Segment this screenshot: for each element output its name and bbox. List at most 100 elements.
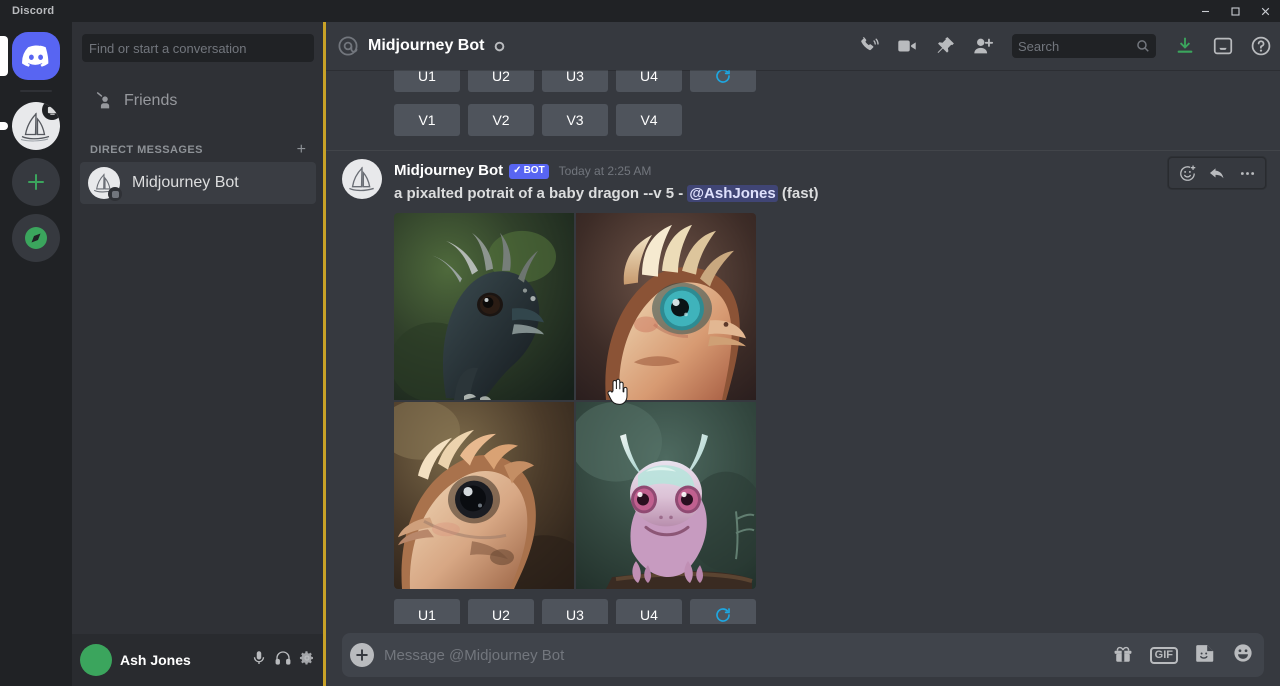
message-input[interactable]: Message @Midjourney Bot (384, 647, 1102, 664)
image-quadrant-4[interactable] (576, 402, 756, 589)
previous-message-actions: U1 U2 U3 U4 V1 V2 V3 V4 (326, 70, 1280, 136)
emoji-icon[interactable] (1232, 642, 1254, 669)
friends-icon (88, 90, 112, 112)
image-quadrant-2[interactable] (576, 213, 756, 400)
variation-button-v3[interactable]: V3 (542, 104, 608, 136)
server-rail (0, 22, 72, 686)
user-panel: Ash Jones (72, 634, 324, 686)
compass-icon (12, 214, 60, 262)
direct-messages-label: DIRECT MESSAGES (90, 144, 203, 156)
message-hover-toolbar (1168, 157, 1266, 189)
avatar (88, 167, 122, 201)
upscale-button-u4[interactable]: U4 (616, 599, 682, 624)
direct-messages-header: DIRECT MESSAGES + (80, 124, 316, 162)
chat-header: Midjourney Bot Search (326, 22, 1280, 70)
search-icon (1136, 39, 1150, 53)
start-voice-call-icon[interactable] (858, 35, 880, 57)
page-title: Midjourney Bot (368, 37, 485, 54)
search-placeholder: Search (1018, 38, 1060, 54)
at-symbol-icon (336, 34, 360, 58)
chat-header-tools: Search (858, 34, 1272, 58)
upscale-button-u2[interactable]: U2 (468, 70, 534, 92)
title-bar: Discord (0, 0, 1280, 22)
status-badge (108, 187, 122, 201)
current-user-name: Ash Jones (120, 652, 191, 668)
user-panel-icons (250, 649, 316, 672)
prompt-separator: - (678, 185, 684, 202)
generated-image-grid[interactable] (394, 213, 756, 589)
window-controls (1190, 0, 1280, 22)
upscale-button-u4[interactable]: U4 (616, 70, 682, 92)
sticker-icon[interactable] (1194, 642, 1216, 669)
dm-sidebar: Find or start a conversation Friends DIR… (72, 22, 324, 686)
add-friends-icon[interactable] (972, 35, 994, 57)
message-header: Midjourney Bot ✓ BOT Today at 2:25 AM (394, 161, 1232, 181)
discord-logo-icon (12, 32, 60, 80)
reply-icon[interactable] (1203, 159, 1231, 187)
image-quadrant-1[interactable] (394, 213, 574, 400)
server-badge-icon (42, 102, 60, 120)
more-options-icon[interactable] (1233, 159, 1261, 187)
bot-badge: ✓ BOT (509, 163, 549, 179)
bot-badge-label: BOT (523, 165, 545, 176)
reroll-button[interactable] (690, 70, 756, 92)
variation-button-v4[interactable]: V4 (616, 104, 682, 136)
pinned-messages-icon[interactable] (934, 35, 956, 57)
maximize-icon[interactable] (1220, 0, 1250, 22)
sidebar-item-friends[interactable]: Friends (80, 80, 316, 122)
upscale-button-u1[interactable]: U1 (394, 70, 460, 92)
gif-icon[interactable]: GIF (1149, 646, 1178, 664)
rail-item-explore[interactable] (12, 214, 60, 262)
upscale-button-row: U1 U2 U3 U4 (326, 599, 1232, 624)
create-dm-plus-icon[interactable]: + (297, 142, 306, 158)
minimize-icon[interactable] (1190, 0, 1220, 22)
help-icon[interactable] (1250, 35, 1272, 57)
message-timestamp: Today at 2:25 AM (558, 164, 652, 178)
upload-file-plus-icon[interactable] (350, 643, 374, 667)
find-conversation-input[interactable]: Find or start a conversation (82, 34, 314, 62)
avatar[interactable] (80, 644, 112, 676)
rail-item-home[interactable] (0, 32, 60, 80)
message-author[interactable]: Midjourney Bot (394, 161, 503, 181)
chat-panel: Midjourney Bot Search U1 U2 U3 U4 V1 V2 … (326, 22, 1280, 686)
add-reaction-icon[interactable] (1173, 159, 1201, 187)
upscale-button-u3[interactable]: U3 (542, 599, 608, 624)
reroll-button[interactable] (690, 599, 756, 624)
user-mention[interactable]: @AshJones (687, 185, 778, 202)
upscale-button-u3[interactable]: U3 (542, 70, 608, 92)
gift-icon[interactable] (1112, 642, 1134, 669)
message-content: a pixalted potrait of a baby dragon --v … (394, 183, 1232, 205)
close-icon[interactable] (1250, 0, 1280, 22)
variation-button-v2[interactable]: V2 (468, 104, 534, 136)
microphone-icon[interactable] (250, 649, 268, 672)
message-composer[interactable]: Message @Midjourney Bot GIF (342, 633, 1264, 677)
composer-container: Message @Midjourney Bot GIF (326, 624, 1280, 686)
app-title: Discord (12, 5, 55, 17)
upscale-button-row-clipped: U1 U2 U3 U4 (326, 70, 1280, 92)
sidebar-item-midjourney-bot[interactable]: Midjourney Bot (80, 162, 316, 204)
selection-highlight-line (323, 22, 326, 686)
start-video-call-icon[interactable] (896, 35, 918, 57)
sidebar-list: Friends DIRECT MESSAGES + Midjourney Bot (72, 74, 324, 634)
speed-label: (fast) (781, 185, 819, 202)
image-quadrant-3[interactable] (394, 402, 574, 589)
variation-button-v1[interactable]: V1 (394, 104, 460, 136)
inbox-downloads-icon[interactable] (1174, 35, 1196, 57)
variation-button-row: V1 V2 V3 V4 (326, 104, 1280, 136)
search-input[interactable]: Search (1012, 34, 1156, 58)
prompt-text: a pixalted potrait of a baby dragon --v … (394, 185, 675, 202)
settings-gear-icon[interactable] (298, 649, 316, 672)
bot-badge-check: ✓ (513, 165, 522, 176)
message-item: Midjourney Bot ✓ BOT Today at 2:25 AM a … (326, 151, 1280, 624)
rail-item-add-server[interactable] (12, 158, 60, 206)
rail-item-midjourney-server[interactable] (0, 102, 60, 150)
headphones-icon[interactable] (274, 649, 292, 672)
message-list[interactable]: U1 U2 U3 U4 V1 V2 V3 V4 Midjourney Bot ✓… (326, 70, 1280, 624)
sidebar-item-label: Friends (124, 92, 178, 109)
avatar[interactable] (342, 159, 382, 199)
inbox-icon[interactable] (1212, 35, 1234, 57)
active-server-pill (0, 36, 8, 76)
unread-pill (0, 122, 8, 130)
upscale-button-u2[interactable]: U2 (468, 599, 534, 624)
upscale-button-u1[interactable]: U1 (394, 599, 460, 624)
